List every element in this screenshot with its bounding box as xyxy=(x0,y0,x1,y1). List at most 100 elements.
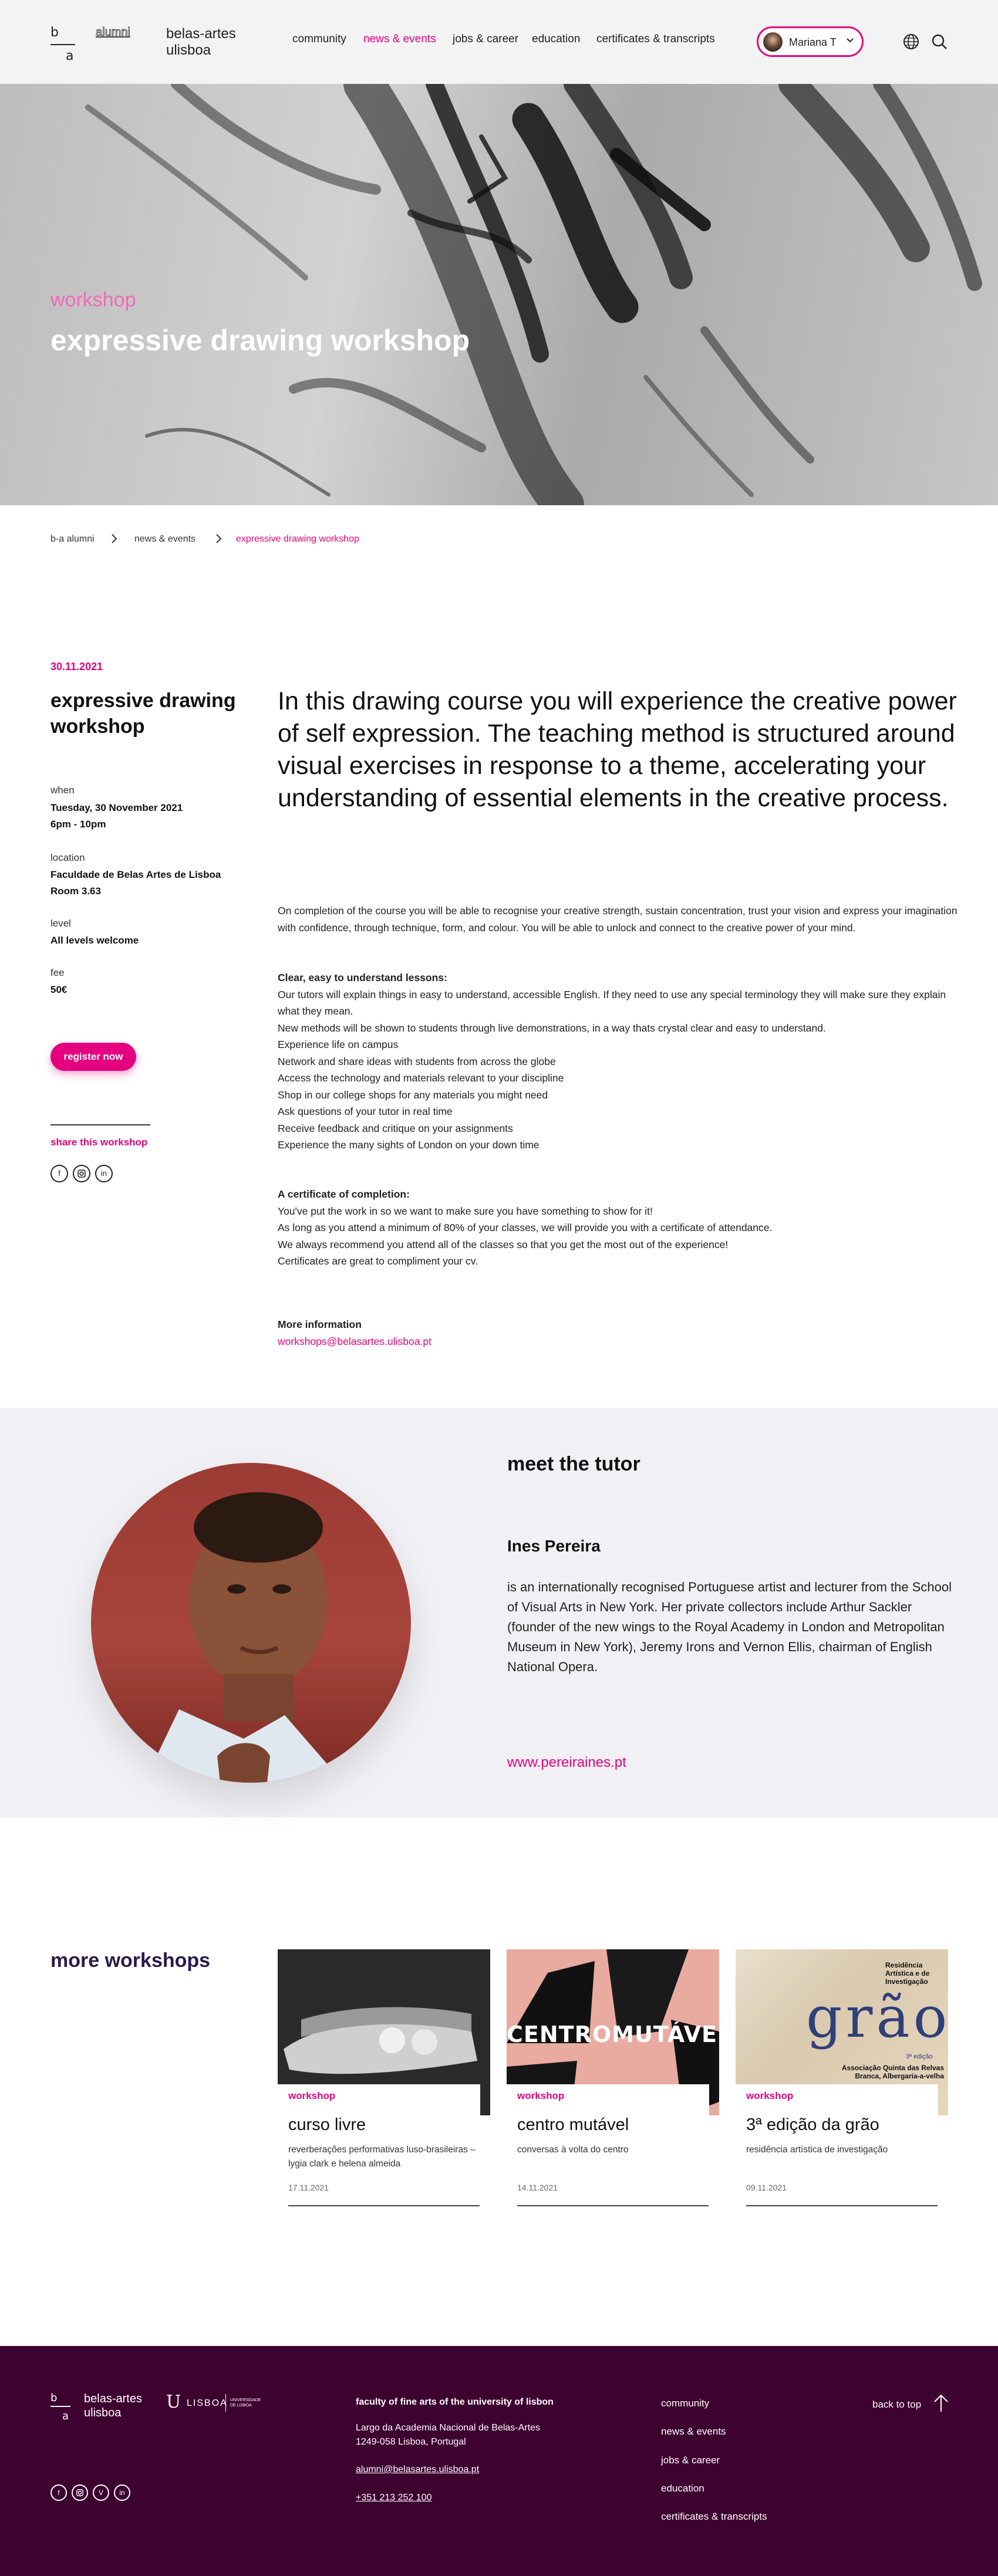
list-item: Our tutors will explain things in easy t… xyxy=(278,988,946,1017)
facebook-icon[interactable]: f xyxy=(50,2484,67,2501)
logo-letter-a: a xyxy=(66,49,74,63)
logo-bar xyxy=(50,44,75,45)
card-tag: workshop xyxy=(288,2090,336,2101)
list-item: Ask questions of your tutor in real time xyxy=(278,1106,453,1117)
user-menu-button[interactable]: Mariana T xyxy=(757,26,864,57)
hero-banner: workshop expressive drawing workshop xyxy=(0,84,998,505)
globe-icon[interactable] xyxy=(902,33,920,53)
lessons-heading: Clear, easy to understand lessons: xyxy=(278,972,447,983)
brand-line-2: ulisboa xyxy=(166,42,211,58)
card-tag-box xyxy=(278,2084,480,2119)
card-date: 14.11.2021 xyxy=(517,2183,558,2192)
breadcrumb-news-events[interactable]: news & events xyxy=(134,534,195,545)
list-item: Shop in our college shops for any materi… xyxy=(278,1088,548,1101)
footer-email-link[interactable]: alumni@belasartes.ulisboa.pt xyxy=(356,2465,479,2475)
footer-link-news-events[interactable]: news & events xyxy=(661,2426,726,2438)
card-tag: workshop xyxy=(517,2090,565,2101)
more-info-label: More information xyxy=(278,1319,362,1330)
when-time: 6pm - 10pm xyxy=(50,819,106,830)
workshop-card[interactable]: CENTROMUTÁVEL workshop centro mutável co… xyxy=(507,1949,719,2206)
list-item: We always recommend you attend all of th… xyxy=(278,1238,729,1250)
nav-news-events[interactable]: news & events xyxy=(363,33,436,46)
footer-faculty: faculty of fine arts of the university o… xyxy=(356,2397,554,2407)
event-title: expressive drawing workshop xyxy=(50,689,236,738)
nav-jobs-career[interactable]: jobs & career xyxy=(453,33,518,46)
nav-community[interactable]: community xyxy=(292,33,346,46)
list-item: Experience the many sights of London on … xyxy=(278,1139,540,1151)
card-image-word: grão xyxy=(806,1985,948,2050)
footer-address-2: 1249-058 Lisboa, Portugal xyxy=(356,2437,466,2447)
back-to-top-button[interactable]: back to top xyxy=(872,2393,955,2414)
card-image-edition: 3ª edição xyxy=(906,2053,933,2060)
university-divider xyxy=(225,2394,226,2412)
instagram-icon[interactable] xyxy=(73,1165,90,1182)
linkedin-icon[interactable]: in xyxy=(95,1165,113,1182)
footer-phone-link[interactable]: +351 213 252 100 xyxy=(356,2493,431,2503)
certificate-block: A certificate of completion: You've put … xyxy=(278,1186,959,1270)
list-item: You've put the work in so we want to mak… xyxy=(278,1205,653,1217)
footer-link-community[interactable]: community xyxy=(661,2398,709,2409)
footer-link-certificates-transcripts[interactable]: certificates & transcripts xyxy=(661,2511,767,2523)
lead-paragraph: In this drawing course you will experien… xyxy=(278,687,957,812)
fee-value: 50€ xyxy=(50,984,68,995)
breadcrumb: b-a alumni news & events expressive draw… xyxy=(50,531,461,549)
nav-certificates-transcripts[interactable]: certificates & transcripts xyxy=(596,33,715,46)
vimeo-icon[interactable]: V xyxy=(93,2484,109,2501)
lessons-block: Clear, easy to understand lessons: Our t… xyxy=(278,969,959,1154)
card-image-footer: Associação Quinta das Relvas Branca, Alb… xyxy=(841,2064,944,2080)
card-tag-box xyxy=(507,2084,709,2119)
logo[interactable]: b a xyxy=(50,26,76,63)
workshop-card[interactable]: workshop curso livre reverberações perfo… xyxy=(278,1949,490,2206)
brand-name[interactable]: belas-artes ulisboa xyxy=(166,26,236,59)
card-date: 09.11.2021 xyxy=(746,2183,787,2192)
level-value: All levels welcome xyxy=(50,935,139,946)
hero-artwork xyxy=(85,84,982,505)
tutor-website-link[interactable]: www.pereiraines.pt xyxy=(507,1754,626,1771)
university-sub: UNIVERSIDADE DE LISBOA xyxy=(230,2398,261,2408)
footer-address-1: Largo da Academia Nacional de Belas-Arte… xyxy=(356,2423,540,2433)
card-title: 3ª edição da grão xyxy=(746,2115,879,2134)
location-label: location xyxy=(50,852,85,863)
card-title: centro mutável xyxy=(517,2115,629,2134)
tutor-photo xyxy=(91,1463,411,1783)
search-icon[interactable] xyxy=(930,33,948,53)
chevron-down-icon xyxy=(845,35,855,48)
tutor-portrait-art xyxy=(144,1492,343,1783)
when-date: Tuesday, 30 November 2021 xyxy=(50,802,183,813)
footer-logo-a: a xyxy=(62,2410,69,2422)
card-subtitle: conversas à volta do centro xyxy=(517,2145,629,2155)
more-info-email-link[interactable]: workshops@belasartes.ulisboa.pt xyxy=(278,1336,431,1348)
linkedin-icon[interactable]: in xyxy=(114,2484,130,2501)
more-workshops-heading: more workshops xyxy=(50,1949,211,1972)
user-name: Mariana T xyxy=(789,36,837,48)
list-item: New methods will be shown to students th… xyxy=(278,1022,826,1034)
brand-line-1: belas-artes xyxy=(166,26,236,42)
card-tag: workshop xyxy=(746,2090,794,2101)
level-label: level xyxy=(50,918,71,929)
alumni-label: alumni xyxy=(96,26,131,39)
register-button[interactable]: register now xyxy=(50,1043,136,1071)
footer-link-jobs-career[interactable]: jobs & career xyxy=(661,2455,720,2466)
chevron-right-icon xyxy=(215,532,223,548)
footer-logo[interactable]: b a xyxy=(50,2392,72,2422)
list-item: Experience life on campus xyxy=(278,1039,399,1050)
list-item: Certificates are great to compliment you… xyxy=(278,1255,478,1267)
footer-brand-line-2: ulisboa xyxy=(84,2406,122,2419)
tutor-name: Ines Pereira xyxy=(507,1537,601,1555)
workshop-card[interactable]: Residência Artística e de Investigação g… xyxy=(736,1949,948,2206)
facebook-icon[interactable]: f xyxy=(50,1165,68,1182)
list-item: Network and share ideas with students fr… xyxy=(278,1055,556,1067)
card-tag-box xyxy=(736,2084,938,2119)
card-image-text: CENTROMUTÁVEL xyxy=(507,2021,719,2047)
breadcrumb-current: expressive drawing workshop xyxy=(236,534,359,544)
breadcrumb-home[interactable]: b-a alumni xyxy=(50,534,95,545)
certificate-heading: A certificate of completion: xyxy=(278,1188,410,1200)
card-divider xyxy=(746,2205,938,2206)
nav-education[interactable]: education xyxy=(532,33,580,46)
tutor-bio: is an internationally recognised Portugu… xyxy=(507,1580,952,1674)
footer-logo-b: b xyxy=(50,2392,58,2404)
instagram-icon[interactable] xyxy=(72,2484,88,2501)
logo-letter-b: b xyxy=(50,25,59,40)
footer-link-education[interactable]: education xyxy=(661,2483,704,2494)
location-venue: Faculdade de Belas Artes de Lisboa xyxy=(50,869,221,880)
